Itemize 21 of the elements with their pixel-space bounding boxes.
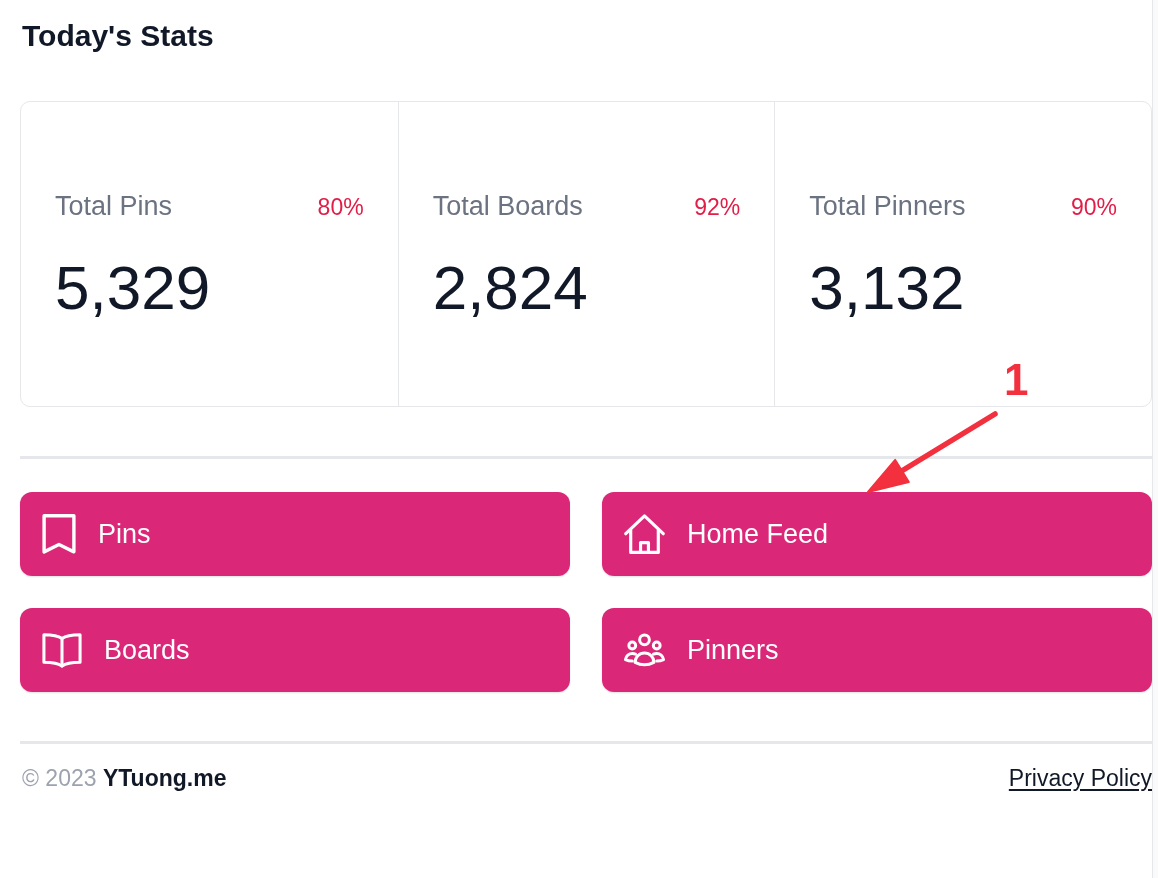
house-icon [624,514,665,554]
copyright-text: © 2023 YTuong.me [22,764,227,793]
stat-label: Total Boards [432,190,583,222]
open-book-icon [42,632,82,668]
privacy-policy-link[interactable]: Privacy Policy [1008,763,1152,793]
people-group-icon [624,633,665,667]
shortcut-button[interactable]: Boards [20,608,570,692]
stat-label: Total Pins [55,190,173,222]
annotation-number: 1 [1004,356,1029,404]
stat-label: Total Pinners [809,190,966,222]
stat-value: 3,132 [809,253,965,323]
bookmark-icon [42,514,76,554]
shortcut-button[interactable]: Pins [20,492,570,576]
section-title: Today's Stats [22,18,214,54]
stat-value: 2,824 [432,253,588,323]
percent-change: 92% [694,193,741,222]
percent-change: 90% [1070,193,1117,222]
stat-value: 5,329 [55,253,211,323]
shortcut-button[interactable]: Pinners [602,608,1152,692]
percent-change: 80% [317,193,364,222]
shortcut-button[interactable]: Home Feed [602,492,1152,576]
